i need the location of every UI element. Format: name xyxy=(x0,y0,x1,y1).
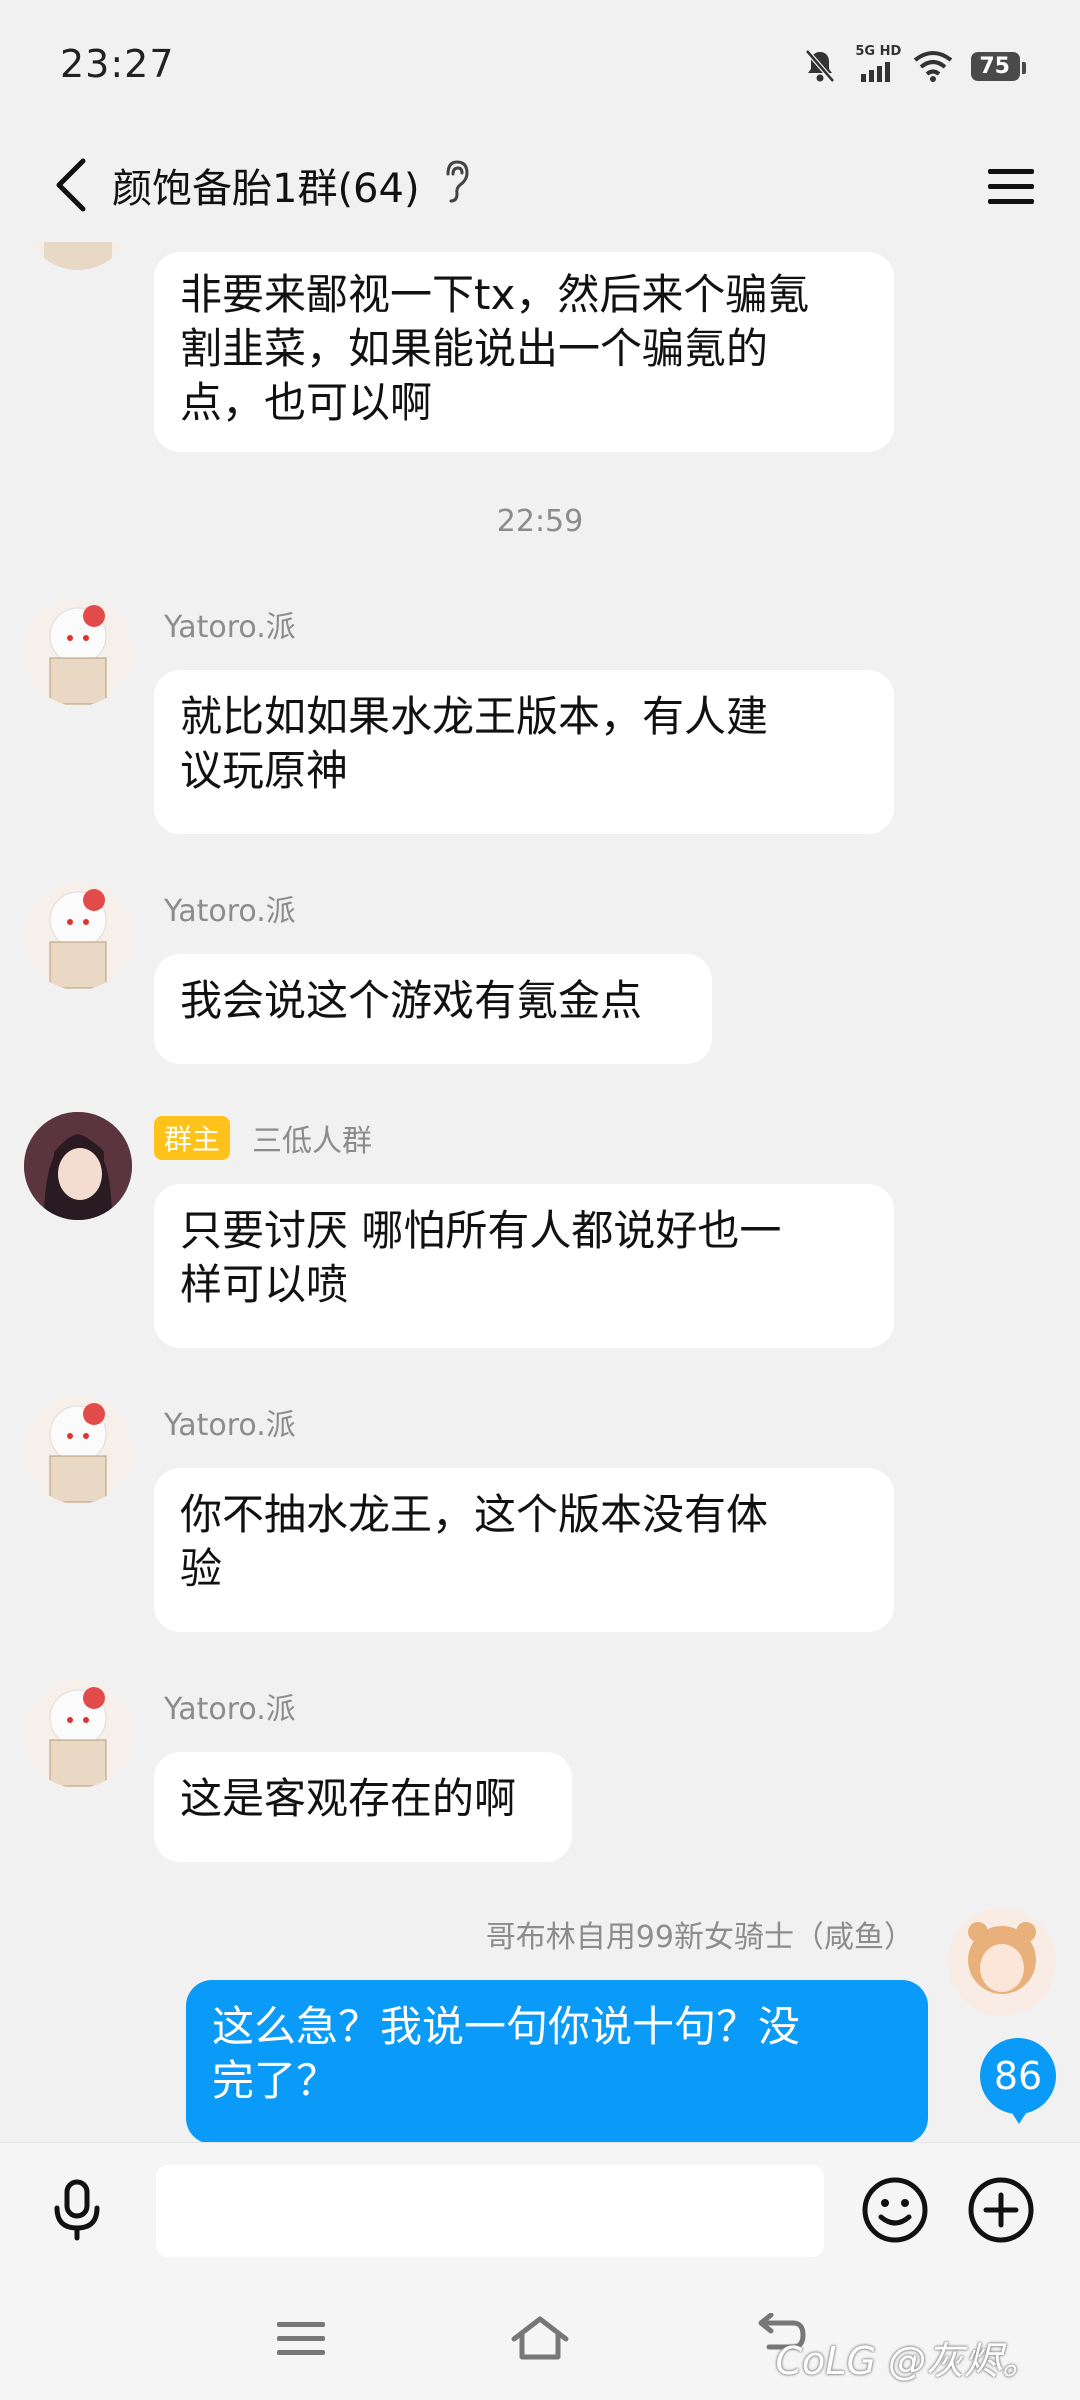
battery-indicator: 75 xyxy=(971,51,1026,81)
unread-count-badge[interactable]: 86 xyxy=(980,2038,1056,2124)
message-bubble[interactable]: 就比如如果水龙王版本，有人建 议玩原神 xyxy=(154,670,894,834)
avatar[interactable] xyxy=(24,882,132,990)
plus-icon[interactable] xyxy=(964,2173,1038,2247)
message-line: 非要来鄙视一下tx，然后来个骗氪 xyxy=(180,270,810,319)
message-line: 这么急？我说一句你说十句？没 xyxy=(212,2002,801,2051)
chat-area[interactable]: 非要来鄙视一下tx，然后来个骗氪 割韭菜，如果能说出一个骗氪的 点，也可以啊 2… xyxy=(0,242,1080,2142)
microphone-icon xyxy=(54,2179,100,2241)
nav-menu-icon xyxy=(277,2322,325,2355)
menu-button[interactable] xyxy=(976,152,1046,222)
home-icon xyxy=(511,2316,569,2360)
sender-name: Yatoro.派 xyxy=(164,610,296,645)
avatar[interactable] xyxy=(24,1396,132,1504)
my-avatar[interactable] xyxy=(948,1908,1056,2016)
signal-icon: 5G HD xyxy=(855,44,901,84)
hamburger-menu-icon xyxy=(988,169,1034,204)
sender-name: Yatoro.派 xyxy=(164,1408,296,1443)
message-line: 完了？ xyxy=(212,2056,339,2105)
sender-name: 三低人群 xyxy=(252,1124,372,1159)
message-bubble[interactable]: 你不抽水龙王，这个版本没有体 验 xyxy=(154,1468,894,1632)
avatar[interactable] xyxy=(24,242,132,270)
status-icons: 5G HD 75 xyxy=(803,44,1026,86)
message-line: 我会说这个游戏有氪金点 xyxy=(180,976,643,1025)
chat-title: 颜饱备胎1群(64) xyxy=(112,166,420,212)
nav-menu-button[interactable] xyxy=(266,2308,336,2368)
emoji-icon[interactable] xyxy=(858,2173,932,2247)
avatar[interactable] xyxy=(24,1112,132,1220)
message-bubble[interactable]: 这是客观存在的啊 xyxy=(154,1752,572,1862)
title-bar: 颜饱备胎1群(64) xyxy=(0,130,1080,242)
system-nav-bar: CoLG @灰烬。 xyxy=(0,2278,1080,2400)
message-line: 只要讨厌 哪怕所有人都说好也一 xyxy=(180,1206,782,1255)
timestamp: 22:59 xyxy=(496,504,584,539)
group-owner-badge: 群主 xyxy=(154,1116,231,1160)
message-input[interactable] xyxy=(156,2165,824,2257)
message-line: 这是客观存在的啊 xyxy=(180,1774,517,1823)
input-bar xyxy=(0,2142,1080,2279)
avatar[interactable] xyxy=(24,1680,132,1788)
status-bar: 23:27 5G HD 75 xyxy=(0,0,1080,130)
nav-home-button[interactable] xyxy=(505,2308,575,2368)
message-bubble[interactable]: 我会说这个游戏有氪金点 xyxy=(154,954,712,1064)
avatar[interactable] xyxy=(24,598,132,706)
wifi-icon xyxy=(914,51,953,82)
message-line: 议玩原神 xyxy=(180,746,349,795)
chevron-left-icon xyxy=(56,158,86,212)
message-line: 割韭菜，如果能说出一个骗氪的 xyxy=(180,324,769,373)
sender-name: 哥布林自用99新女骑士（咸鱼） xyxy=(485,1920,914,1955)
mute-bell-icon xyxy=(805,49,836,83)
message-line: 样可以喷 xyxy=(180,1260,349,1309)
watermark: CoLG @灰烬。 xyxy=(775,2339,1040,2383)
message-line: 就比如如果水龙王版本，有人建 xyxy=(180,692,769,741)
message-bubble[interactable]: 只要讨厌 哪怕所有人都说好也一 样可以喷 xyxy=(154,1184,894,1348)
message-bubble[interactable]: 非要来鄙视一下tx，然后来个骗氪 割韭菜，如果能说出一个骗氪的 点，也可以啊 xyxy=(154,252,894,452)
status-time: 23:27 xyxy=(60,42,175,86)
sender-name: Yatoro.派 xyxy=(164,894,296,929)
back-button[interactable] xyxy=(36,150,106,220)
sender-name: Yatoro.派 xyxy=(164,1692,296,1727)
message-line: 你不抽水龙王，这个版本没有体 xyxy=(180,1490,769,1539)
message-line: 点，也可以啊 xyxy=(180,378,433,427)
ear-icon[interactable] xyxy=(440,158,472,206)
my-message-bubble[interactable]: 这么急？我说一句你说十句？没 完了？ xyxy=(186,1980,928,2142)
message-line: 验 xyxy=(180,1544,223,1593)
voice-button[interactable] xyxy=(40,2173,114,2247)
